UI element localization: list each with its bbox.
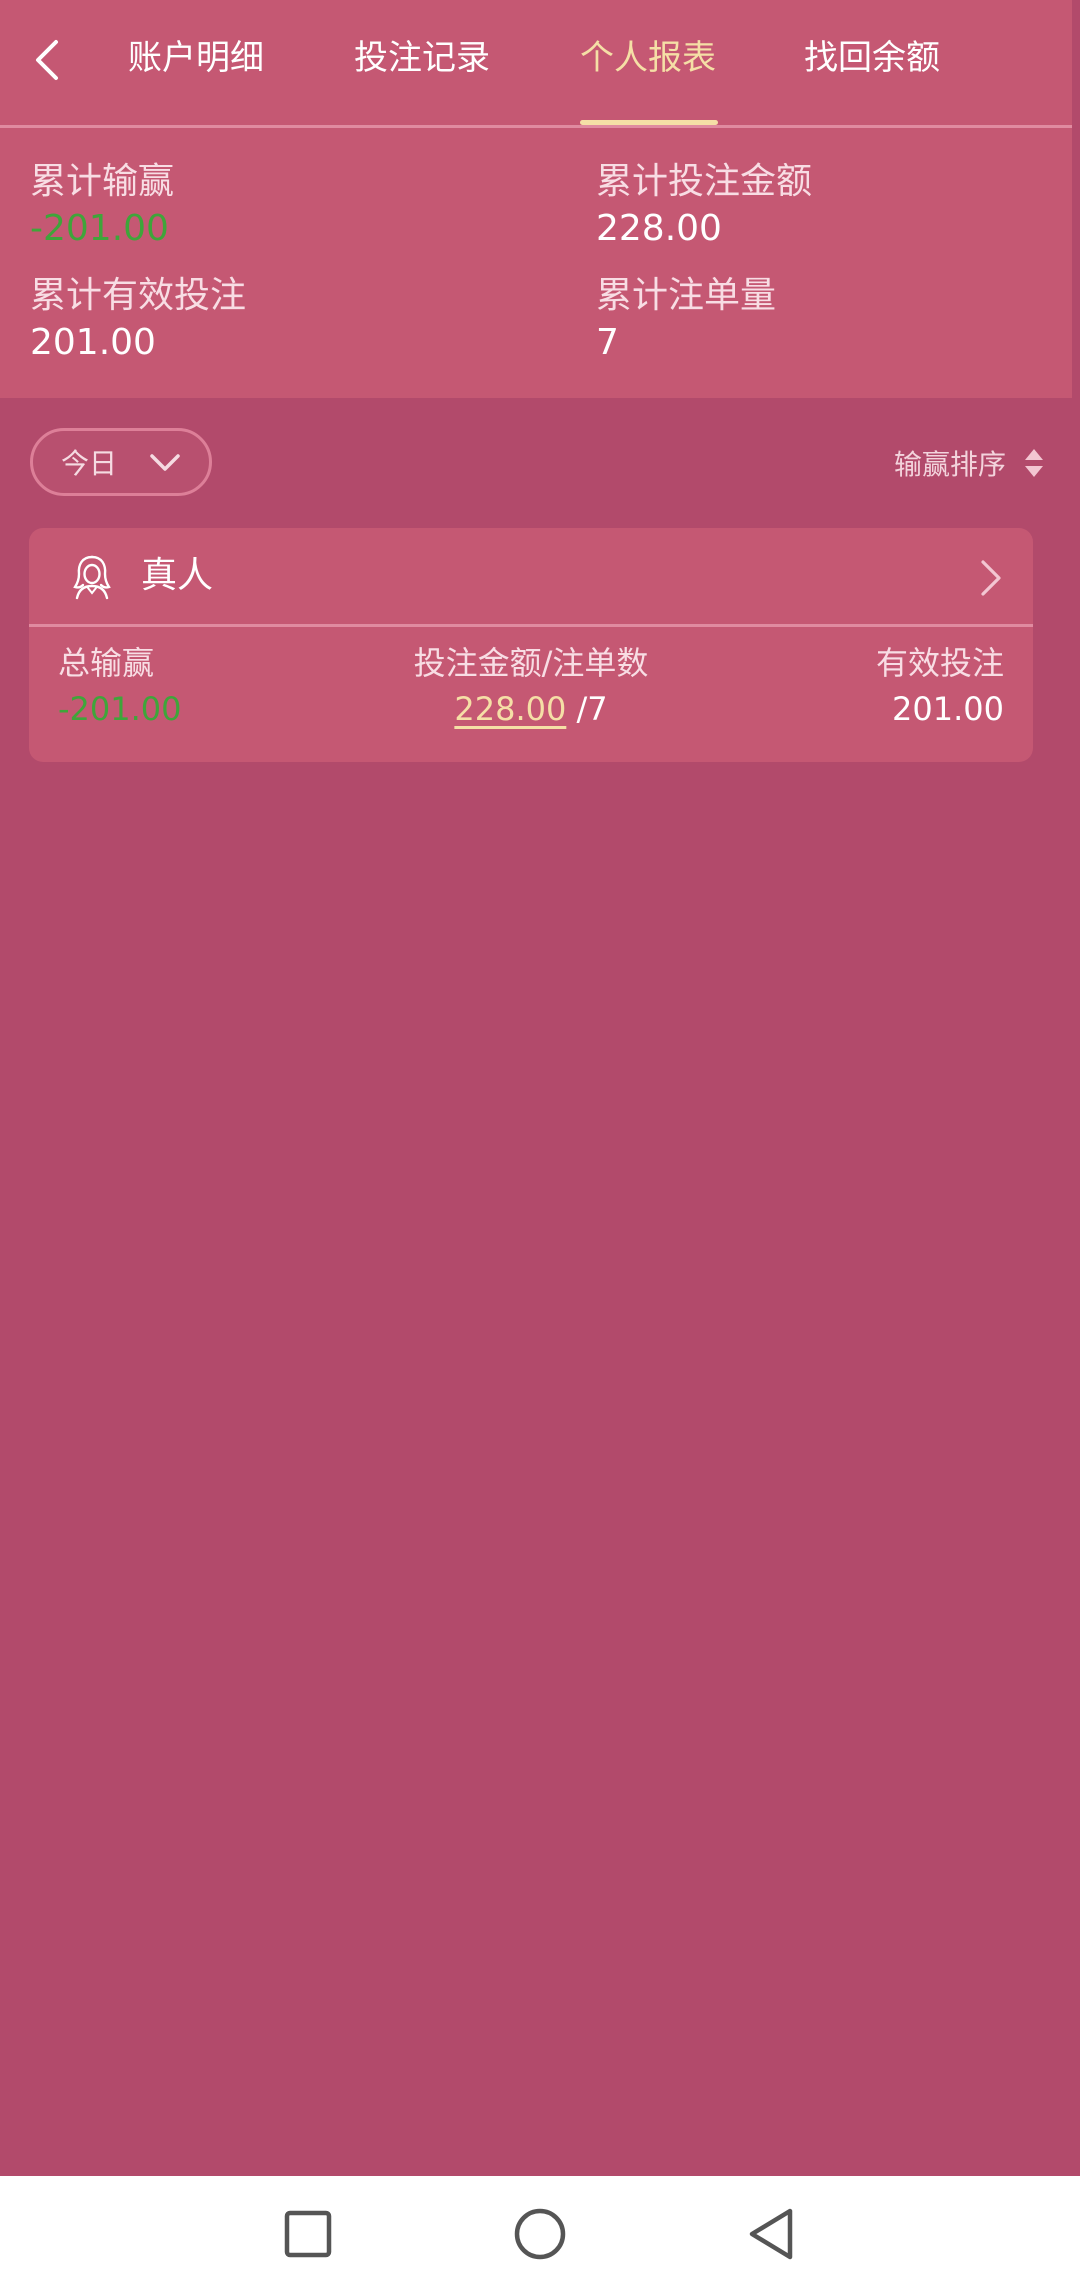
bet-amount-link[interactable]: 228.00 — [454, 690, 566, 728]
tabs-divider — [0, 125, 1072, 128]
tab-account-details[interactable]: 账户明细 — [128, 32, 264, 84]
live-dealer-icon — [73, 555, 111, 600]
home-button[interactable] — [508, 2202, 572, 2266]
card-valid-value: 201.00 — [892, 690, 1004, 728]
triangle-back-icon — [749, 2208, 793, 2260]
summary-total-bet-amount: 累计投注金额 228.00 — [596, 158, 1076, 252]
date-filter-dropdown[interactable]: 今日 — [30, 428, 212, 496]
sort-by-win-loss-button[interactable]: 输赢排序 — [894, 438, 1044, 488]
card-valid-label: 有效投注 — [875, 644, 1004, 682]
system-navigation-bar — [0, 2176, 1080, 2291]
square-icon — [284, 2210, 332, 2258]
chevron-right-icon — [981, 560, 1001, 596]
category-card-live: 真人 总输赢 -201.00 投注金额/注单数 228.00 /7 有效投注 2… — [29, 528, 1033, 762]
summary-label: 累计注单量 — [596, 275, 777, 316]
chevron-left-icon — [36, 40, 58, 80]
chevron-down-icon — [150, 454, 180, 471]
recent-apps-button[interactable] — [276, 2202, 340, 2266]
sort-icon — [1025, 449, 1043, 477]
sort-label: 输赢排序 — [893, 448, 1006, 481]
date-filter-label: 今日 — [61, 447, 118, 480]
summary-label: 累计有效投注 — [30, 275, 247, 316]
summary-value: 201.00 — [30, 322, 156, 363]
tab-bar: 账户明细 投注记录 个人报表 找回余额 — [0, 0, 1072, 127]
summary-label: 累计投注金额 — [596, 161, 813, 202]
card-title: 真人 — [141, 555, 214, 596]
summary-total-order-count: 累计注单量 7 — [596, 272, 1076, 366]
card-header[interactable]: 真人 — [29, 528, 1033, 624]
summary-total-win-loss: 累计输赢 -201.00 — [30, 158, 510, 252]
back-nav-button[interactable] — [740, 2202, 804, 2266]
card-valid-bet: 有效投注 201.00 — [876, 640, 1004, 732]
report-header-panel: 账户明细 投注记录 个人报表 找回余额 累计输赢 -201.00 累计投注金额 … — [0, 0, 1072, 398]
summary-value: -201.00 — [30, 208, 169, 249]
summary-label: 累计输赢 — [30, 161, 175, 202]
tab-recover-balance[interactable]: 找回余额 — [804, 32, 940, 84]
summary-total-valid-bet: 累计有效投注 201.00 — [30, 272, 510, 366]
back-button[interactable] — [22, 30, 72, 90]
summary-value: 228.00 — [596, 208, 722, 249]
tab-bet-records[interactable]: 投注记录 — [354, 32, 490, 84]
summary-value: 7 — [596, 322, 619, 363]
card-divider — [29, 624, 1033, 627]
tab-personal-report[interactable]: 个人报表 — [580, 32, 716, 84]
circle-icon — [514, 2208, 566, 2260]
bet-count: /7 — [576, 690, 608, 728]
